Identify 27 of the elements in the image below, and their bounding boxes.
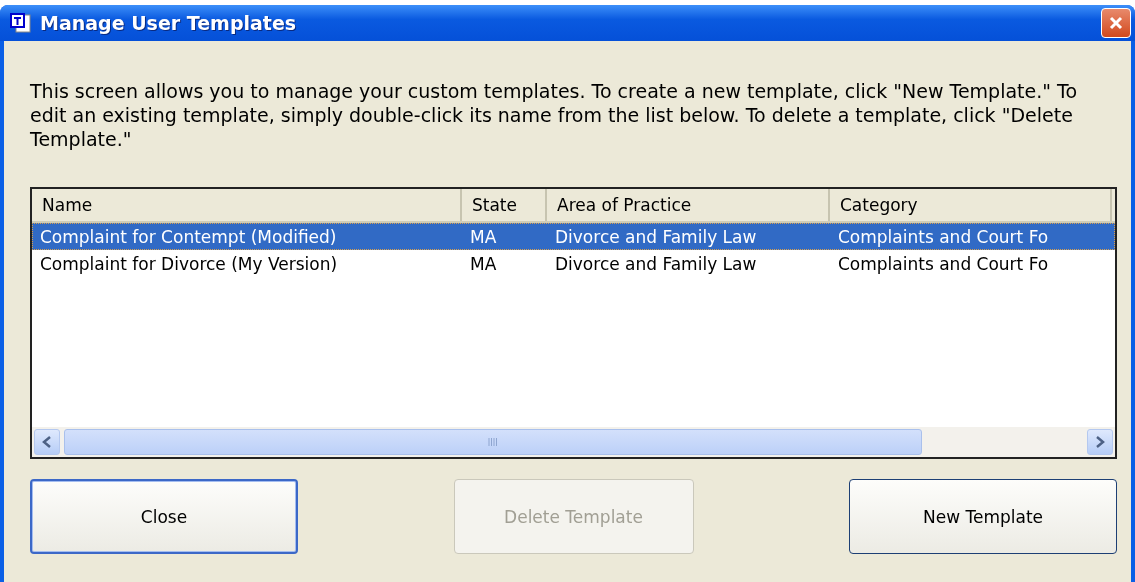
template-row[interactable]: Complaint for Contempt (Modified) MA Divorce and Family Law Complaints and Court Fo: [32, 223, 1115, 250]
column-header[interactable]: Category: [830, 189, 1112, 221]
chevron-left-icon: [41, 435, 53, 449]
column-header[interactable]: Area of Practice: [547, 189, 830, 221]
scroll-right-button[interactable]: [1087, 429, 1113, 455]
horizontal-scrollbar[interactable]: [32, 427, 1115, 457]
table-cell-text: Complaints and Court Fo: [837, 226, 1050, 247]
scrollbar-thumb[interactable]: [64, 429, 922, 455]
table-cell-text: Complaint for Divorce (My Version): [39, 253, 339, 274]
close-button[interactable]: [1101, 8, 1131, 38]
template-row[interactable]: Complaint for Divorce (My Version) MA Divorce and Family Law Complaints and Court Fo: [32, 250, 1115, 277]
table-cell-text: MA: [469, 253, 498, 274]
chevron-right-icon: [1094, 435, 1106, 449]
dialog-button[interactable]: Close: [30, 479, 298, 554]
document-icon: [10, 13, 32, 33]
table-cell-text: Complaints and Court Fo: [837, 253, 1050, 274]
table-cell-text: Complaint for Contempt (Modified): [39, 226, 338, 247]
table-cell-text: MA: [469, 226, 498, 247]
window-title: Manage User Templates: [40, 12, 298, 34]
column-header[interactable]: State: [462, 189, 547, 221]
table-cell-text: Divorce and Family Law: [554, 253, 758, 274]
instructions-text: This screen allows you to manage your custom templates. To create a new template, click "New Template." To edit an existing template, simply double-click its name from the list below. To delete a template, click "Delete Template.": [30, 79, 1079, 151]
scroll-left-button[interactable]: [34, 429, 60, 455]
column-header[interactable]: Name: [32, 189, 462, 221]
close-icon: [1108, 15, 1124, 31]
dialog-button[interactable]: New Template: [849, 479, 1117, 554]
table-cell-text: Divorce and Family Law: [554, 226, 758, 247]
